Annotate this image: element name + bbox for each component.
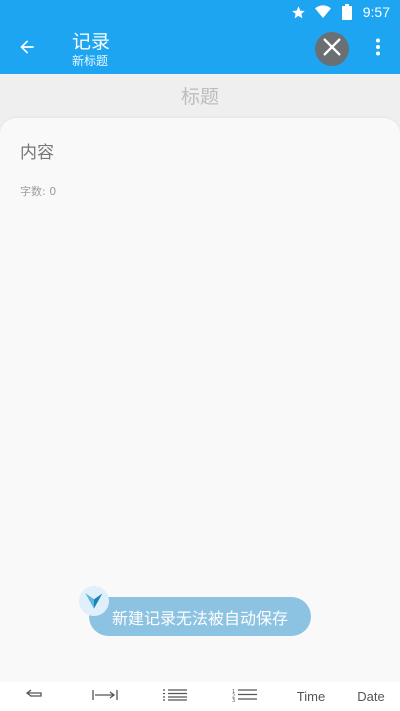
word-count: 字数: 0 [20,185,57,198]
close-button[interactable] [315,32,349,66]
title-input[interactable] [0,74,400,120]
undo-tab-button[interactable] [0,682,70,711]
numbered-list-button[interactable]: 123 [210,682,280,711]
more-options-button[interactable] [366,36,390,62]
status-bar: 9:57 [0,0,400,24]
more-vert-icon [375,38,381,60]
numbered-list-icon: 123 [232,688,258,705]
bullet-list-button[interactable] [140,682,210,711]
indent-icon [92,689,118,704]
back-button[interactable] [12,35,42,63]
page-subtitle: 新标题 [72,54,109,68]
title-block: 记录 新标题 [72,30,110,68]
page-title: 记录 [72,31,111,53]
close-icon [321,36,343,62]
wifi-icon [314,4,331,20]
battery-icon [339,4,355,20]
arrow-back-icon [17,37,37,61]
indent-button[interactable] [70,682,140,711]
undo-arrow-icon [25,689,44,704]
insert-time-button[interactable]: Time [280,682,342,711]
bullet-list-icon [162,689,188,704]
star-icon [291,4,307,20]
status-time: 9:57 [362,4,390,20]
insert-date-button[interactable]: Date [342,682,400,711]
app-bar: 记录 新标题 [0,24,400,74]
svg-text:3: 3 [232,698,235,702]
toast-message: 新建记录无法被自动保存 [89,597,311,636]
content-input[interactable] [20,140,380,166]
app-logo-icon [79,586,109,616]
bottom-toolbar: 123 Time Date [0,682,400,711]
toast-text: 新建记录无法被自动保存 [111,608,288,628]
